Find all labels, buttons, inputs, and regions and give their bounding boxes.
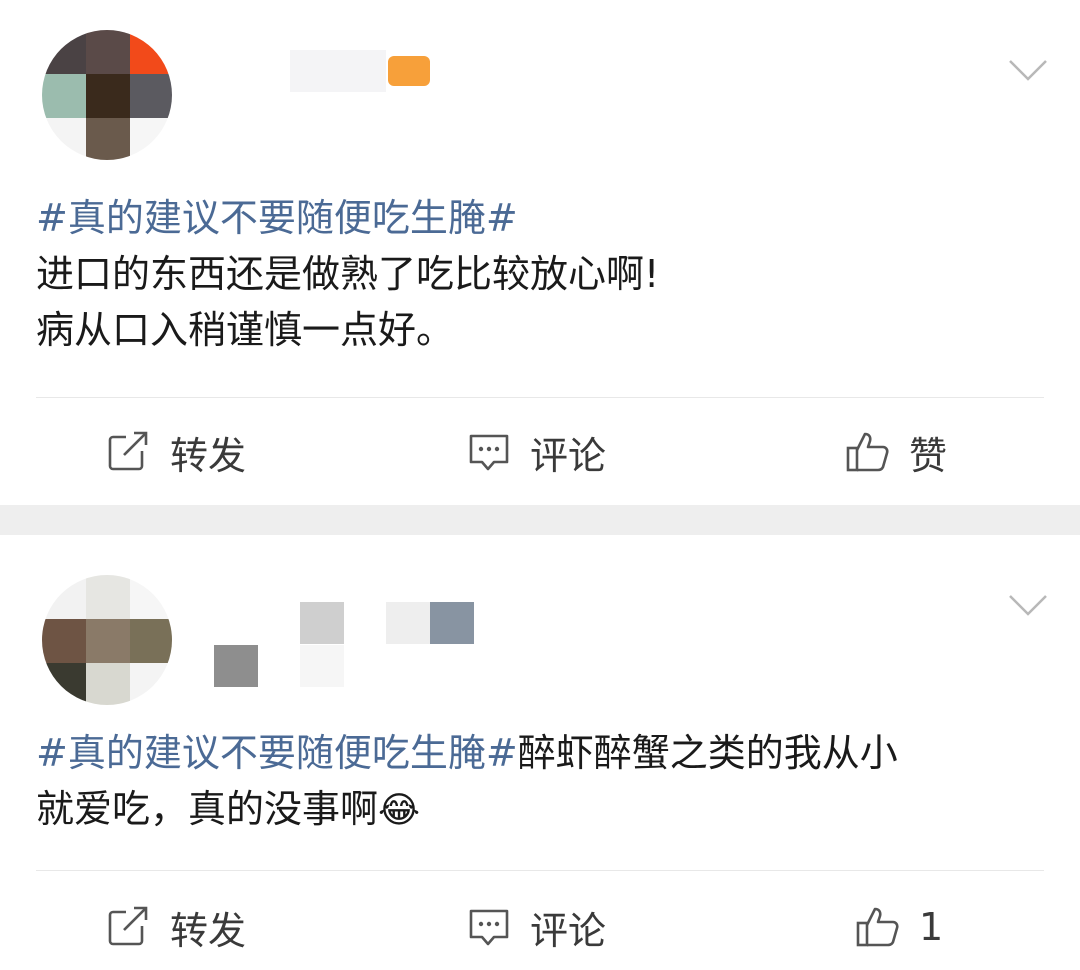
- comment-button[interactable]: 评论: [466, 422, 606, 482]
- username-pixelated[interactable]: [290, 50, 440, 92]
- like-count: 1: [919, 905, 944, 949]
- thumbs-up-icon: [856, 907, 899, 947]
- post-text: #真的建议不要随便吃生腌# 进口的东西还是做熟了吃比较放心啊! 病从口入稍谨慎一…: [36, 190, 1044, 358]
- text-line: 病从口入稍谨慎一点好。: [36, 308, 455, 352]
- divider: [36, 870, 1044, 871]
- divider: [36, 397, 1044, 398]
- action-bar: 转发 评论 1: [0, 897, 1080, 957]
- repost-label: 转发: [170, 433, 247, 478]
- avatar[interactable]: [42, 30, 172, 160]
- post-card: #真的建议不要随便吃生腌#醉虾醉蟹之类的我从小 就爱吃，真的没事啊😂 转发 评论: [0, 535, 1080, 970]
- thumbs-up-icon: [846, 432, 889, 472]
- repost-label: 转发: [170, 908, 247, 953]
- like-button[interactable]: 赞: [845, 422, 947, 482]
- post-separator: [0, 505, 1080, 535]
- like-button[interactable]: 1: [855, 897, 943, 957]
- post-text: #真的建议不要随便吃生腌#醉虾醉蟹之类的我从小 就爱吃，真的没事啊😂: [36, 725, 1044, 839]
- text-line: 就爱吃，真的没事啊: [36, 787, 379, 831]
- avatar[interactable]: [42, 575, 172, 705]
- emoji-laugh-cry: 😂: [378, 790, 421, 831]
- post-card: #真的建议不要随便吃生腌# 进口的东西还是做熟了吃比较放心啊! 病从口入稍谨慎一…: [0, 0, 1080, 505]
- hashtag-link[interactable]: #真的建议不要随便吃生腌#: [36, 731, 518, 775]
- comment-label: 评论: [530, 908, 607, 953]
- repost-button[interactable]: 转发: [106, 897, 246, 957]
- comment-icon: [469, 434, 509, 471]
- chevron-down-icon[interactable]: [1006, 590, 1050, 620]
- hashtag-link[interactable]: #真的建议不要随便吃生腌#: [36, 196, 518, 240]
- comment-label: 评论: [530, 433, 607, 478]
- repost-icon: [108, 906, 150, 946]
- chevron-down-icon[interactable]: [1006, 55, 1050, 85]
- repost-icon: [108, 431, 150, 471]
- like-label: 赞: [909, 433, 948, 478]
- text-line: 进口的东西还是做熟了吃比较放心啊!: [36, 252, 660, 296]
- comment-button[interactable]: 评论: [466, 897, 606, 957]
- text-segment: 醉虾醉蟹之类的我从小: [517, 731, 898, 775]
- action-bar: 转发 评论 赞: [0, 422, 1080, 482]
- repost-button[interactable]: 转发: [106, 422, 246, 482]
- username-pixelated[interactable]: [214, 600, 484, 690]
- comment-icon: [469, 909, 509, 946]
